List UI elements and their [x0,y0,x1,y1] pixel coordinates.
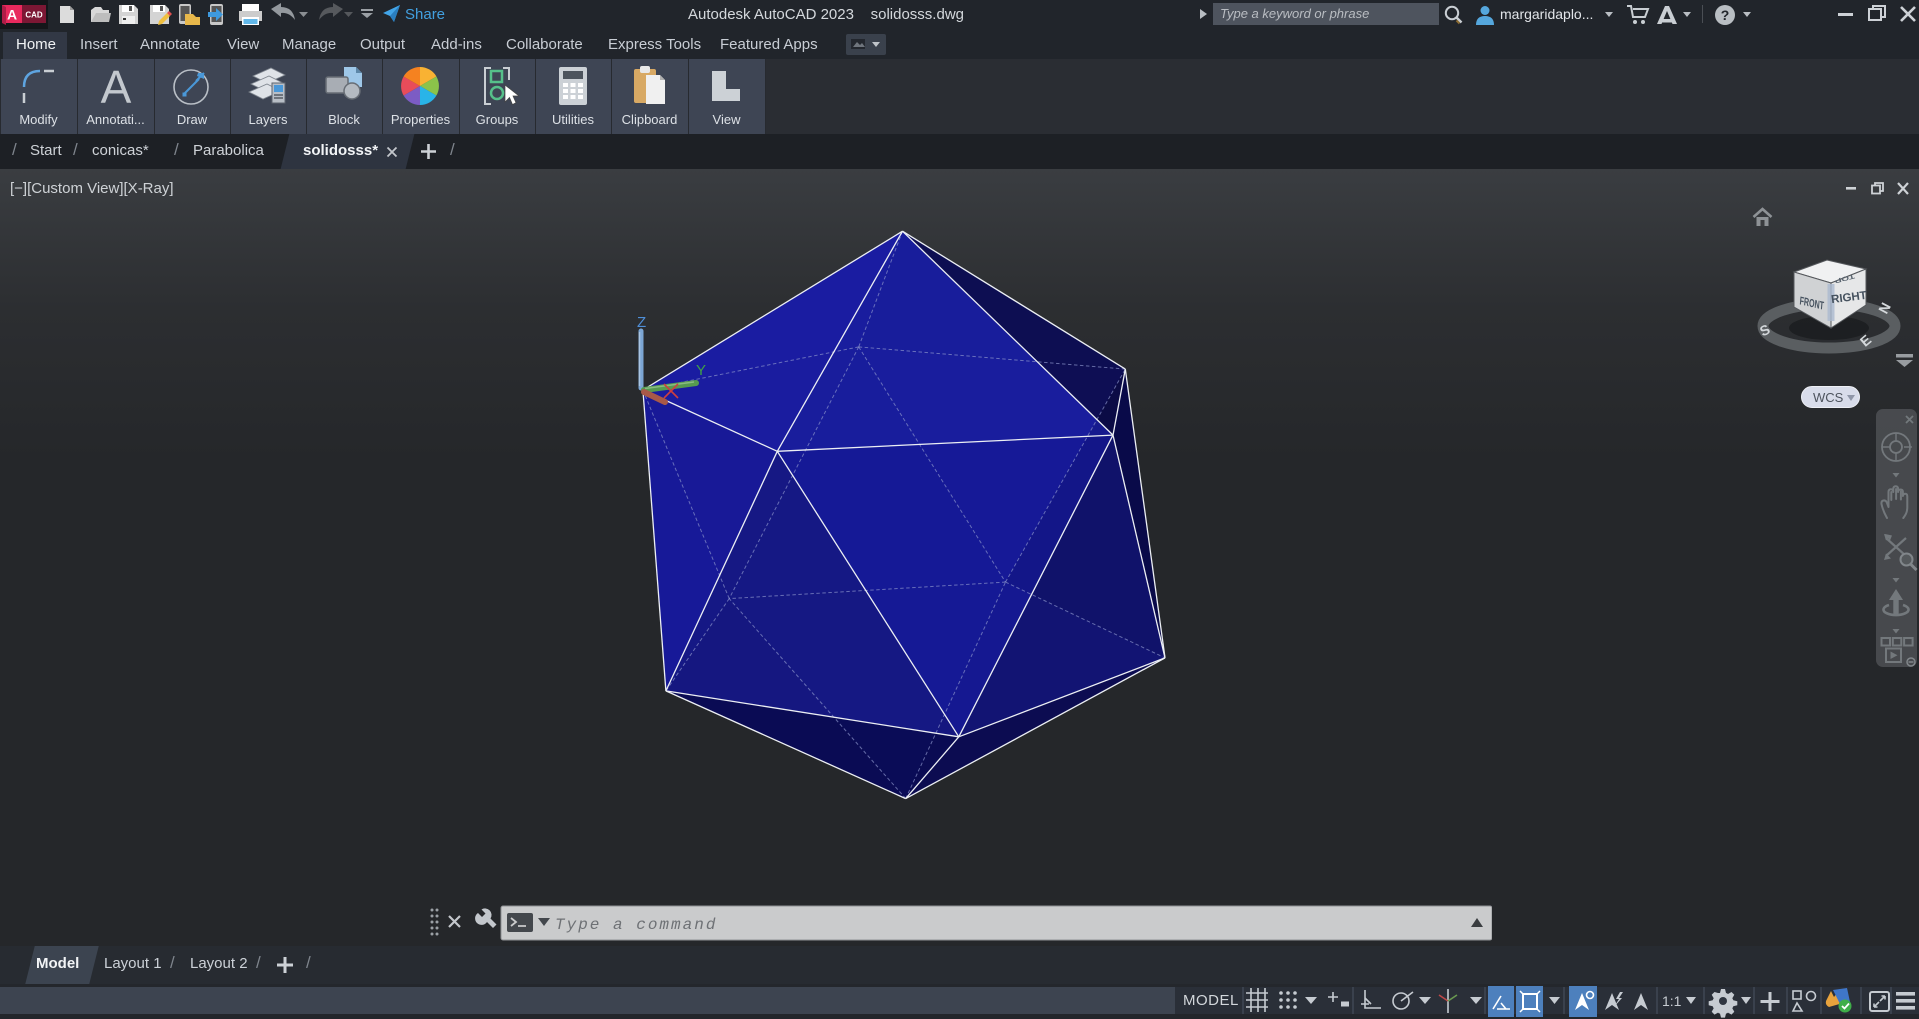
svg-text:CAD: CAD [25,11,43,20]
svg-text:A: A [7,7,17,23]
svg-text:Share: Share [405,6,445,23]
svg-text:Type a command: Type a command [555,916,717,934]
svg-text:Y: Y [696,362,706,379]
svg-text:A: A [101,63,132,109]
svg-text:1:1: 1:1 [1662,993,1682,1009]
svg-text:Z: Z [637,314,646,331]
svg-text:?: ? [1721,7,1730,23]
